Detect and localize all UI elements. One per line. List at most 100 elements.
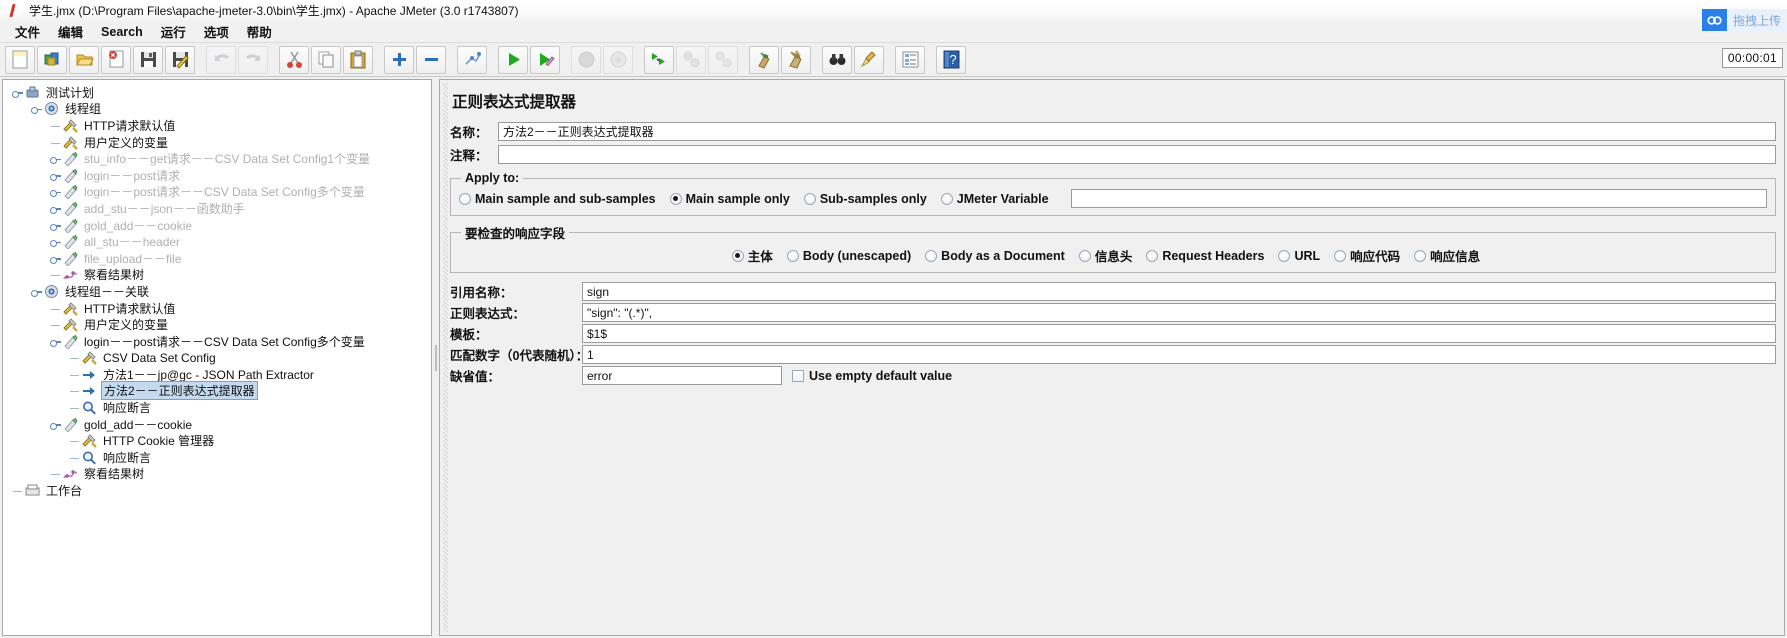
copy-icon[interactable] xyxy=(311,46,341,74)
extractor-fields: 引用名称：正则表达式：模板：匹配数字（0代表随机）：缺省值：Use empty … xyxy=(450,282,1776,385)
tree-node[interactable]: 用户定义的变量 xyxy=(11,316,431,333)
radio-request-headers[interactable]: Request Headers xyxy=(1146,249,1264,263)
clear-all-icon[interactable] xyxy=(781,46,811,74)
menu-edit[interactable]: 编辑 xyxy=(49,20,92,43)
start-icon[interactable] xyxy=(498,46,528,74)
apply-to-radio-group[interactable]: Main sample and sub-samples Main sample o… xyxy=(459,189,1767,208)
tree-expander-icon[interactable] xyxy=(49,202,62,215)
menu-search[interactable]: Search xyxy=(92,23,152,41)
clear-icon[interactable] xyxy=(749,46,779,74)
tree-expander-icon[interactable] xyxy=(49,418,62,431)
radio-headers[interactable]: 信息头 xyxy=(1079,246,1133,265)
radio-response-code[interactable]: 响应代码 xyxy=(1334,246,1400,265)
toggle-icon[interactable] xyxy=(457,46,487,74)
split-divider[interactable] xyxy=(432,77,439,638)
baidu-netdisk-icon[interactable] xyxy=(1702,9,1727,31)
radio-body-unescaped[interactable]: Body (unescaped) xyxy=(787,249,911,263)
radio-jmeter-variable[interactable]: JMeter Variable xyxy=(941,192,1049,206)
radio-response-message[interactable]: 响应信息 xyxy=(1414,246,1480,265)
tree-expander-icon[interactable] xyxy=(11,86,24,99)
tree-node[interactable]: 方法1－－jp@gc - JSON Path Extractor xyxy=(11,366,431,383)
default-value-input[interactable] xyxy=(582,366,782,385)
paste-icon[interactable] xyxy=(343,46,373,74)
template-input[interactable] xyxy=(582,324,1776,343)
radio-main-and-sub[interactable]: Main sample and sub-samples xyxy=(459,192,656,206)
tree-node-label: HTTP请求默认值 xyxy=(82,117,177,134)
tree-expander-icon[interactable] xyxy=(49,185,62,198)
tree-node[interactable]: 方法2－－正则表达式提取器 xyxy=(11,383,431,400)
baidu-netdisk-widget[interactable]: 拖拽上传 xyxy=(1702,9,1787,31)
start-remote-all-icon[interactable] xyxy=(644,46,674,74)
new-icon[interactable] xyxy=(5,46,35,74)
radio-body[interactable]: 主体 xyxy=(732,246,773,265)
tree-node[interactable]: gold_add－－cookie xyxy=(11,217,431,234)
radio-sub-only[interactable]: Sub-samples only xyxy=(804,192,927,206)
reference-name-input[interactable] xyxy=(582,282,1776,301)
tree-node[interactable]: 线程组－－关联 xyxy=(11,283,431,300)
use-empty-default-value-checkbox[interactable]: Use empty default value xyxy=(792,369,952,383)
save-icon[interactable] xyxy=(133,46,163,74)
collapse-all-icon[interactable] xyxy=(416,46,446,74)
menu-options[interactable]: 选项 xyxy=(195,20,238,43)
radio-label: Main sample only xyxy=(686,192,790,206)
templates-icon[interactable] xyxy=(37,46,67,74)
tree-expander-icon[interactable] xyxy=(49,335,62,348)
tree-expander-icon[interactable] xyxy=(49,235,62,248)
help-icon[interactable]: ? xyxy=(936,46,966,74)
expand-all-icon[interactable] xyxy=(384,46,414,74)
close-icon[interactable] xyxy=(101,46,131,74)
tree-node[interactable]: 工作台 xyxy=(11,482,431,499)
tree-expander-icon[interactable] xyxy=(49,169,62,182)
tree-expander-icon[interactable] xyxy=(49,152,62,165)
tree-node[interactable]: HTTP请求默认值 xyxy=(11,300,431,317)
test-plan-tree[interactable]: 测试计划线程组HTTP请求默认值用户定义的变量stu_info－－get请求－－… xyxy=(3,80,431,499)
tree-node[interactable]: 察看结果树 xyxy=(11,267,431,284)
tree-node[interactable]: HTTP Cookie 管理器 xyxy=(11,432,431,449)
tree-node[interactable]: login－－post请求 xyxy=(11,167,431,184)
radio-main-only[interactable]: Main sample only xyxy=(670,192,790,206)
tree-node[interactable]: 线程组 xyxy=(11,101,431,118)
response-field-legend: 要检查的响应字段 xyxy=(461,223,569,242)
tree-expander-icon[interactable] xyxy=(30,285,43,298)
tree-node[interactable]: 响应断言 xyxy=(11,449,431,466)
tree-node[interactable]: add_stu－－json－－函数助手 xyxy=(11,200,431,217)
cut-icon[interactable] xyxy=(279,46,309,74)
tree-node[interactable]: 察看结果树 xyxy=(11,466,431,483)
test-plan-tree-panel[interactable]: 测试计划线程组HTTP请求默认值用户定义的变量stu_info－－get请求－－… xyxy=(2,79,432,636)
tree-node[interactable]: gold_add－－cookie xyxy=(11,416,431,433)
match-no-input[interactable] xyxy=(582,345,1776,364)
response-field-radio-group[interactable]: 主体 Body (unescaped) Body as a Document 信息头 R… xyxy=(459,246,1767,265)
reset-search-icon[interactable] xyxy=(854,46,884,74)
menu-file[interactable]: 文件 xyxy=(6,20,49,43)
tree-node[interactable]: stu_info－－get请求－－CSV Data Set Config1个变量 xyxy=(11,150,431,167)
tree-node[interactable]: 测试计划 xyxy=(11,84,431,101)
tree-node[interactable]: 响应断言 xyxy=(11,399,431,416)
tree-expander-icon[interactable] xyxy=(49,219,62,232)
tree-node[interactable]: HTTP请求默认值 xyxy=(11,117,431,134)
tree-expander-icon[interactable] xyxy=(30,102,43,115)
open-icon[interactable] xyxy=(69,46,99,74)
tree-node[interactable]: login－－post请求－－CSV Data Set Config多个变量 xyxy=(11,184,431,201)
comment-input[interactable] xyxy=(498,145,1776,164)
name-input[interactable] xyxy=(498,122,1776,141)
tree-node[interactable]: CSV Data Set Config xyxy=(11,350,431,367)
tree-node[interactable]: login－－post请求－－CSV Data Set Config多个变量 xyxy=(11,333,431,350)
save-as-icon[interactable] xyxy=(165,46,195,74)
radio-body-as-document[interactable]: Body as a Document xyxy=(925,249,1065,263)
tree-expander-icon[interactable] xyxy=(49,252,62,265)
tree-leaf-connector-icon xyxy=(11,484,24,497)
tree-node[interactable]: all_stu－－header xyxy=(11,233,431,250)
radio-url[interactable]: URL xyxy=(1278,249,1320,263)
search-icon[interactable] xyxy=(822,46,852,74)
function-helper-icon[interactable] xyxy=(895,46,925,74)
tree-node[interactable]: file_upload－－file xyxy=(11,250,431,267)
tree-node-label: login－－post请求 xyxy=(82,167,182,184)
menu-help[interactable]: 帮助 xyxy=(238,20,281,43)
divider-grip[interactable] xyxy=(435,345,437,371)
view-results-tree-icon xyxy=(62,466,79,481)
jmeter-variable-input[interactable] xyxy=(1071,189,1767,208)
menu-run[interactable]: 运行 xyxy=(152,20,195,43)
start-no-pauses-icon[interactable] xyxy=(530,46,560,74)
tree-node[interactable]: 用户定义的变量 xyxy=(11,134,431,151)
regular-expression-input[interactable] xyxy=(582,303,1776,322)
